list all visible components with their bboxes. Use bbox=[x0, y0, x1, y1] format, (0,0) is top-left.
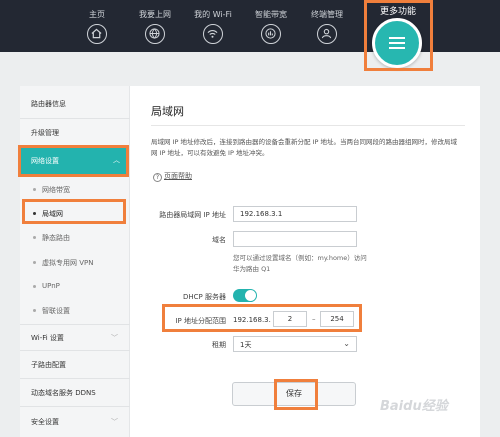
divider bbox=[151, 125, 465, 126]
sidebar-item-upgrade[interactable]: 升级管理 bbox=[20, 128, 130, 138]
nav-devices-label: 终端管理 bbox=[311, 10, 343, 19]
nav-internet[interactable]: 我要上网 bbox=[125, 0, 185, 44]
lease-value: 1天 bbox=[240, 341, 252, 349]
globe-icon bbox=[145, 24, 165, 44]
sidebar: 路由器信息 升级管理 网络带宽 局域网 静态路由 虚拟专用网 VPN UPnP … bbox=[20, 86, 130, 437]
page-description: 局域网 IP 地址修改后，连接到路由器的设备会重新分配 IP 地址。当两台同网段… bbox=[151, 138, 457, 157]
save-button[interactable]: 保存 bbox=[232, 382, 356, 406]
nav-bandwidth[interactable]: 智能带宽 bbox=[241, 0, 301, 44]
router-ip-input[interactable]: 192.168.3.1 bbox=[233, 206, 357, 222]
ip-range-separator: – bbox=[312, 315, 316, 323]
chevron-down-icon: ﹀ bbox=[111, 418, 118, 426]
help-icon: ? bbox=[153, 173, 162, 182]
nav-internet-label: 我要上网 bbox=[139, 10, 171, 19]
ip-range-prefix: 192.168.3. bbox=[233, 316, 271, 324]
sidebar-subitem-vpn[interactable]: 虚拟专用网 VPN bbox=[20, 258, 130, 268]
router-ip-label: 路由器局域网 IP 地址 bbox=[159, 211, 226, 219]
sidebar-item-ddns[interactable]: 动态域名服务 DDNS bbox=[20, 388, 130, 398]
sidebar-subitem-static-route[interactable]: 静态路由 bbox=[20, 233, 130, 243]
sidebar-item-wifi[interactable]: Wi-Fi 设置 ﹀ bbox=[20, 333, 130, 343]
domain-hint: 您可以通过设置域名（例如：my.home）访问华为路由 Q1 bbox=[233, 254, 367, 273]
domain-input[interactable] bbox=[233, 231, 357, 247]
nav-more[interactable]: 更多功能 bbox=[367, 0, 429, 17]
sidebar-item-network[interactable]: 网络设置 ︿ bbox=[20, 147, 128, 175]
user-icon bbox=[317, 24, 337, 44]
home-icon bbox=[87, 24, 107, 44]
lease-label: 租期 bbox=[212, 341, 226, 349]
wifi-icon bbox=[203, 24, 223, 44]
help-link-label: 页面帮助 bbox=[164, 172, 192, 180]
dhcp-toggle[interactable] bbox=[233, 289, 257, 302]
sidebar-subitem-lan[interactable]: 局域网 bbox=[20, 209, 130, 219]
ip-range-end-input[interactable]: 254 bbox=[320, 311, 354, 327]
lease-select[interactable]: 1天 ⌄ bbox=[233, 336, 357, 352]
sidebar-item-security[interactable]: 安全设置 ﹀ bbox=[20, 417, 130, 427]
nav-home-label: 主页 bbox=[89, 10, 105, 19]
chevron-up-icon: ︿ bbox=[113, 156, 120, 164]
domain-label: 域名 bbox=[212, 236, 226, 244]
nav-bandwidth-label: 智能带宽 bbox=[255, 10, 287, 19]
sidebar-subitem-bandwidth[interactable]: 网络带宽 bbox=[20, 185, 130, 195]
top-navigation: 主页 我要上网 我的 Wi-Fi 智能带宽 终端管理 更多功能 bbox=[0, 0, 500, 52]
nav-wifi-label: 我的 Wi-Fi bbox=[194, 10, 232, 19]
watermark-logo: Baidu经验 bbox=[380, 399, 448, 414]
dhcp-label: DHCP 服务器 bbox=[183, 293, 226, 301]
bandwidth-icon bbox=[261, 24, 281, 44]
help-link[interactable]: ? 页面帮助 bbox=[153, 171, 192, 182]
nav-devices[interactable]: 终端管理 bbox=[297, 0, 357, 44]
chevron-down-icon: ⌄ bbox=[343, 339, 350, 348]
sidebar-subitem-upnp[interactable]: UPnP bbox=[20, 282, 130, 290]
ip-range-start-input[interactable]: 2 bbox=[273, 311, 307, 327]
sidebar-subitem-smart[interactable]: 智联设置 bbox=[20, 306, 130, 316]
sidebar-item-subrouter[interactable]: 子路由配置 bbox=[20, 360, 130, 370]
chevron-down-icon: ﹀ bbox=[111, 334, 118, 342]
sidebar-item-router-info[interactable]: 路由器信息 bbox=[20, 99, 130, 109]
menu-icon[interactable] bbox=[372, 18, 422, 68]
nav-home[interactable]: 主页 bbox=[67, 0, 127, 44]
ip-range-label: IP 地址分配范围 bbox=[175, 317, 226, 325]
page-title: 局域网 bbox=[151, 105, 184, 118]
nav-wifi[interactable]: 我的 Wi-Fi bbox=[183, 0, 243, 44]
nav-more-label: 更多功能 bbox=[379, 7, 416, 17]
sidebar-item-network-label: 网络设置 bbox=[31, 157, 59, 165]
